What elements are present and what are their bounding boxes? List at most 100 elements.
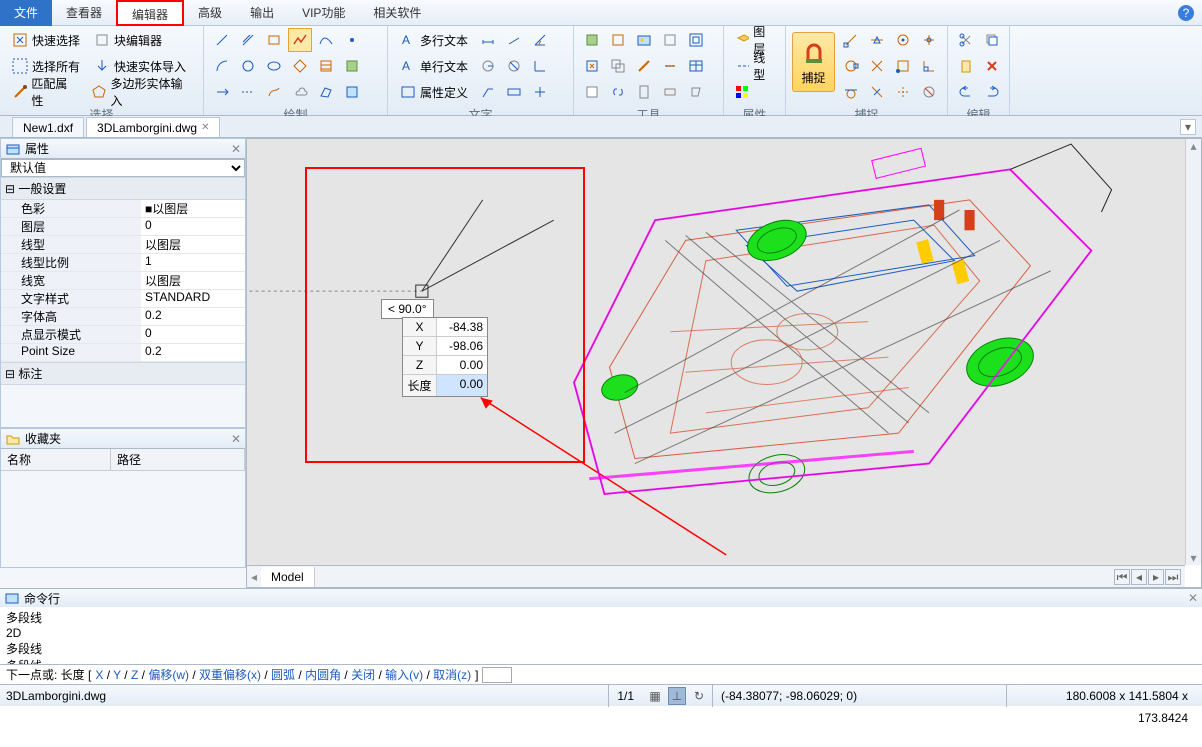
- hyperlink-icon[interactable]: [606, 80, 630, 104]
- menu-advanced[interactable]: 高级: [184, 0, 236, 26]
- snap-appint-icon[interactable]: [891, 80, 915, 104]
- divide-icon[interactable]: [658, 54, 682, 78]
- delete-icon[interactable]: [980, 54, 1004, 78]
- menu-related[interactable]: 相关软件: [359, 0, 435, 26]
- dim-radius-icon[interactable]: [476, 54, 500, 78]
- linetype-button[interactable]: 线型: [730, 54, 779, 78]
- drawing-canvas[interactable]: < 90.0° X-84.38Y-98.06Z0.00长度0.00: [247, 139, 1185, 565]
- hatch-icon[interactable]: [314, 54, 338, 78]
- cmd-option[interactable]: 内圆角: [305, 668, 341, 682]
- spline-icon[interactable]: [314, 28, 338, 52]
- menu-file[interactable]: 文件: [0, 0, 52, 26]
- dim-diameter-icon[interactable]: [502, 54, 526, 78]
- prop-row[interactable]: 点显示模式0: [1, 326, 245, 344]
- snap-perp-icon[interactable]: [917, 54, 941, 78]
- snap-ins-icon[interactable]: [891, 54, 915, 78]
- polygon-import-button[interactable]: 多边形实体输入: [85, 80, 197, 104]
- tabs-dropdown[interactable]: ▾: [1180, 119, 1196, 135]
- prop-row[interactable]: Point Size0.2: [1, 344, 245, 362]
- panel-close-icon[interactable]: ✕: [1188, 591, 1198, 605]
- match-props-button[interactable]: 匹配属性: [6, 80, 83, 104]
- cmd-option[interactable]: 双重偏移(x): [199, 668, 261, 682]
- snap-mid-icon[interactable]: [865, 28, 889, 52]
- calc-icon[interactable]: [632, 80, 656, 104]
- snap-toggle-button[interactable]: 捕捉: [792, 32, 835, 92]
- panel-close-icon[interactable]: ✕: [231, 142, 241, 156]
- table-icon[interactable]: [684, 54, 708, 78]
- stext-button[interactable]: A单行文本: [394, 54, 474, 78]
- snap-none-icon[interactable]: [917, 80, 941, 104]
- line-icon[interactable]: [210, 28, 234, 52]
- menu-viewer[interactable]: 查看器: [52, 0, 116, 26]
- snap-center-icon[interactable]: [891, 28, 915, 52]
- polygon-icon[interactable]: [288, 54, 312, 78]
- rect-icon[interactable]: [262, 28, 286, 52]
- tab-new1[interactable]: New1.dxf: [12, 117, 84, 137]
- quick-select-button[interactable]: 快速选择: [6, 28, 86, 52]
- circle-icon[interactable]: [236, 54, 260, 78]
- hscroll-last[interactable]: ⏭: [1165, 569, 1181, 585]
- prop-row[interactable]: 字体高0.2: [1, 308, 245, 326]
- ortho-toggle[interactable]: ⊥: [668, 687, 686, 705]
- prop-row[interactable]: 线型以图层: [1, 236, 245, 254]
- snap-tan-icon[interactable]: [839, 80, 863, 104]
- ole-icon[interactable]: [658, 28, 682, 52]
- arc-icon[interactable]: [210, 54, 234, 78]
- prop-group-general[interactable]: ⊟ 一般设置: [1, 177, 245, 200]
- attr-def-button[interactable]: 属性定义: [394, 80, 474, 104]
- color-icon[interactable]: [730, 80, 754, 104]
- redo-icon[interactable]: [980, 80, 1004, 104]
- close-icon[interactable]: ✕: [201, 118, 209, 138]
- model-tab[interactable]: Model: [261, 567, 315, 587]
- region-icon[interactable]: [340, 54, 364, 78]
- prop-row[interactable]: 色彩■以图层: [1, 200, 245, 218]
- center-mark-icon[interactable]: [528, 80, 552, 104]
- cut-icon[interactable]: [954, 28, 978, 52]
- tab-lamborgini[interactable]: 3DLamborgini.dwg✕: [86, 117, 220, 137]
- paste-icon[interactable]: [954, 54, 978, 78]
- cmd-option[interactable]: Y: [113, 668, 121, 682]
- help-icon[interactable]: ?: [1178, 5, 1194, 21]
- mtext-button[interactable]: A多行文本: [394, 28, 474, 52]
- dim-ordinate-icon[interactable]: [528, 54, 552, 78]
- hscroll-left[interactable]: ◂: [1131, 569, 1147, 585]
- command-history[interactable]: 多段线2D多段线多段线: [0, 607, 1202, 664]
- prop-row[interactable]: 图层0: [1, 218, 245, 236]
- snap-near-icon[interactable]: [865, 80, 889, 104]
- xline-icon[interactable]: [236, 80, 260, 104]
- snap-node-icon[interactable]: [917, 28, 941, 52]
- dim-aligned-icon[interactable]: [502, 28, 526, 52]
- prop-row[interactable]: 线型比例1: [1, 254, 245, 272]
- ray-icon[interactable]: [210, 80, 234, 104]
- copy-icon[interactable]: [980, 28, 1004, 52]
- cmd-option[interactable]: 取消(z): [433, 668, 471, 682]
- menu-editor[interactable]: 编辑器: [116, 0, 184, 26]
- panel-close-icon[interactable]: ✕: [231, 432, 241, 446]
- command-input[interactable]: [482, 667, 512, 683]
- group-icon[interactable]: [606, 54, 630, 78]
- prop-row[interactable]: 文字样式STANDARD: [1, 290, 245, 308]
- cmd-option[interactable]: X: [95, 668, 103, 682]
- vertical-scrollbar[interactable]: ▴ ▾: [1185, 139, 1201, 565]
- block-editor-button[interactable]: 块编辑器: [88, 28, 168, 52]
- snap-end-icon[interactable]: [839, 28, 863, 52]
- boundary-icon[interactable]: [340, 80, 364, 104]
- 3dface-icon[interactable]: [314, 80, 338, 104]
- prop-row[interactable]: 线宽以图层: [1, 272, 245, 290]
- menu-vip[interactable]: VIP功能: [288, 0, 359, 26]
- cmd-option[interactable]: 偏移(w): [148, 668, 189, 682]
- ellipse-icon[interactable]: [262, 54, 286, 78]
- cmd-option[interactable]: Z: [131, 668, 138, 682]
- point-icon[interactable]: [340, 28, 364, 52]
- insert-block-icon[interactable]: [580, 28, 604, 52]
- tolerance-icon[interactable]: [502, 80, 526, 104]
- leader-icon[interactable]: [476, 80, 500, 104]
- grid-toggle[interactable]: ▦: [646, 687, 664, 705]
- tab-scroll-left[interactable]: ◂: [247, 570, 261, 584]
- dim-linear-icon[interactable]: [476, 28, 500, 52]
- double-line-icon[interactable]: [236, 28, 260, 52]
- measure-icon[interactable]: [632, 54, 656, 78]
- polyline-icon[interactable]: [288, 28, 312, 52]
- cmd-option[interactable]: 圆弧: [271, 668, 295, 682]
- snap-quad-icon[interactable]: [839, 54, 863, 78]
